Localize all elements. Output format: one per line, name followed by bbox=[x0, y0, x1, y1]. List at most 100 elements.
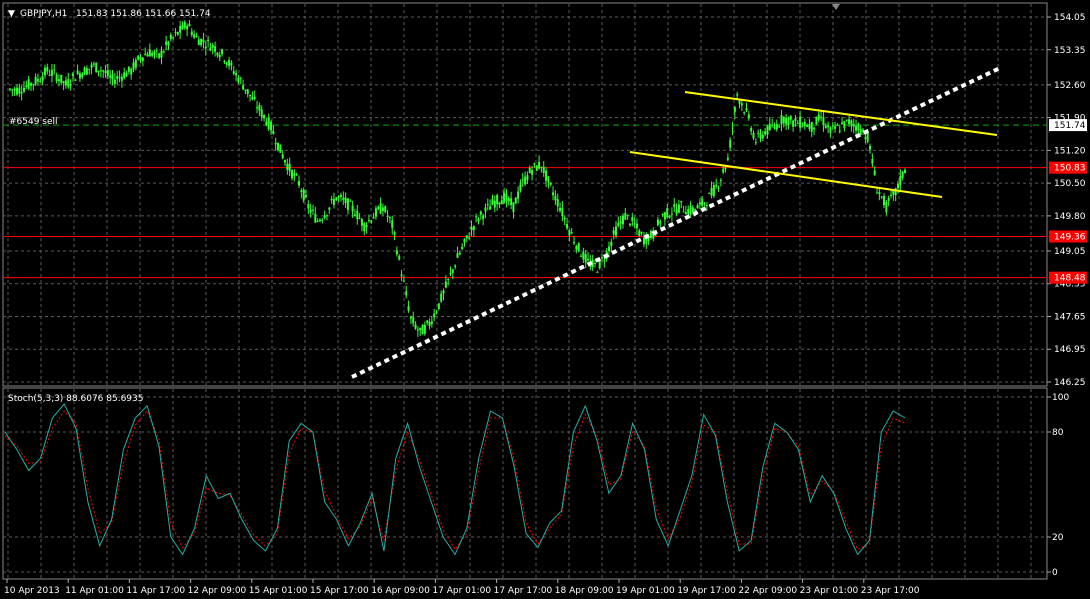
bar-body bbox=[638, 230, 641, 236]
bar-body bbox=[563, 217, 566, 220]
price-tick-label: 150.50 bbox=[1054, 179, 1086, 189]
bar-body bbox=[309, 209, 312, 213]
bar-body bbox=[663, 212, 666, 220]
bar-body bbox=[670, 213, 673, 215]
bar-body bbox=[332, 199, 335, 205]
level-price-label: 149.36 bbox=[1054, 232, 1086, 242]
bar-body bbox=[405, 291, 408, 296]
bar-body bbox=[552, 192, 555, 196]
bar-body bbox=[367, 219, 370, 221]
bar-body bbox=[391, 220, 394, 228]
bar-body bbox=[127, 66, 130, 72]
bar-body bbox=[451, 269, 454, 273]
bar-body bbox=[118, 76, 121, 78]
bar-body bbox=[626, 214, 629, 216]
bar-body bbox=[419, 327, 422, 331]
bar-body bbox=[9, 88, 11, 90]
stoch-label: Stoch(5,3,3) 88.6076 85.6935 bbox=[8, 394, 143, 404]
bar-body bbox=[57, 79, 60, 82]
bar-body bbox=[384, 206, 387, 213]
bar-body bbox=[624, 213, 627, 220]
bar-body bbox=[328, 207, 331, 210]
bar-body bbox=[216, 52, 219, 56]
bar-body bbox=[402, 280, 405, 282]
bar-body bbox=[50, 70, 53, 76]
bar-body bbox=[235, 72, 238, 76]
bar-body bbox=[400, 274, 403, 277]
bar-body bbox=[428, 322, 431, 326]
bar-body bbox=[228, 60, 231, 66]
bar-body bbox=[696, 205, 699, 209]
bar-body bbox=[857, 123, 860, 131]
level-price-label: 150.83 bbox=[1054, 164, 1086, 174]
bar-body bbox=[246, 89, 249, 94]
bar-body bbox=[311, 209, 314, 211]
bar-body bbox=[120, 77, 123, 81]
order-label: #6549 sell bbox=[9, 117, 58, 127]
bar-body bbox=[831, 125, 834, 127]
bar-body bbox=[62, 81, 65, 84]
bar-body bbox=[715, 184, 718, 187]
bar-body bbox=[211, 44, 214, 48]
indicator-tick-label: 80 bbox=[1052, 428, 1064, 438]
bar-body bbox=[538, 161, 541, 169]
time-tick-label: 16 Apr 09:00 bbox=[371, 586, 430, 596]
bar-body bbox=[796, 122, 799, 124]
bar-body bbox=[820, 116, 823, 118]
chart-window[interactable]: ▼ GBPJPY,H1 151.83 151.86 151.66 151.74 … bbox=[0, 0, 1090, 599]
bar-body bbox=[90, 64, 93, 68]
bar-body bbox=[806, 124, 809, 127]
bar-body bbox=[680, 201, 683, 203]
bar-body bbox=[412, 317, 415, 324]
bar-body bbox=[864, 137, 867, 139]
bar-body bbox=[852, 123, 855, 127]
bar-body bbox=[176, 32, 179, 35]
bar-body bbox=[878, 192, 881, 195]
bar-body bbox=[99, 70, 102, 72]
bar-body bbox=[381, 207, 384, 212]
bar-body bbox=[458, 252, 461, 255]
bar-body bbox=[106, 70, 109, 76]
bar-body bbox=[901, 171, 904, 178]
bar-body bbox=[836, 124, 839, 126]
time-tick-label: 11 Apr 01:00 bbox=[65, 586, 124, 596]
bar-body bbox=[684, 212, 687, 215]
bar-body bbox=[601, 257, 604, 259]
bar-body bbox=[785, 117, 788, 125]
bar-body bbox=[181, 24, 184, 30]
bar-body bbox=[766, 126, 769, 135]
chart-header-arrow[interactable]: ▼ bbox=[8, 9, 15, 19]
bar-body bbox=[880, 196, 883, 198]
bar-body bbox=[78, 73, 81, 79]
bar-body bbox=[398, 256, 401, 260]
bar-body bbox=[144, 53, 147, 55]
bar-body bbox=[342, 197, 345, 200]
bar-body bbox=[179, 26, 182, 33]
bar-body bbox=[97, 70, 100, 73]
bar-body bbox=[810, 121, 813, 133]
bar-body bbox=[395, 250, 398, 255]
bar-body bbox=[687, 209, 690, 215]
price-tick-label: 154.05 bbox=[1054, 13, 1086, 23]
bar-body bbox=[29, 83, 32, 86]
bar-body bbox=[736, 94, 739, 96]
bar-body bbox=[633, 223, 636, 225]
bar-body bbox=[631, 217, 634, 222]
bar-body bbox=[330, 198, 333, 201]
bar-body bbox=[540, 166, 543, 168]
bar-body bbox=[267, 117, 270, 130]
bar-body bbox=[344, 197, 347, 204]
bar-body bbox=[519, 184, 522, 191]
bar-body bbox=[885, 201, 888, 213]
price-tick-label: 149.05 bbox=[1054, 247, 1086, 257]
bar-body bbox=[827, 125, 830, 128]
bar-body bbox=[353, 214, 356, 216]
bar-body bbox=[239, 78, 242, 80]
bar-body bbox=[337, 196, 340, 198]
bar-body bbox=[125, 72, 128, 77]
bar-body bbox=[188, 23, 191, 27]
bar-body bbox=[531, 170, 534, 175]
bar-body bbox=[596, 271, 599, 273]
bar-body bbox=[582, 251, 585, 260]
time-tick-label: 23 Apr 17:00 bbox=[861, 586, 920, 596]
